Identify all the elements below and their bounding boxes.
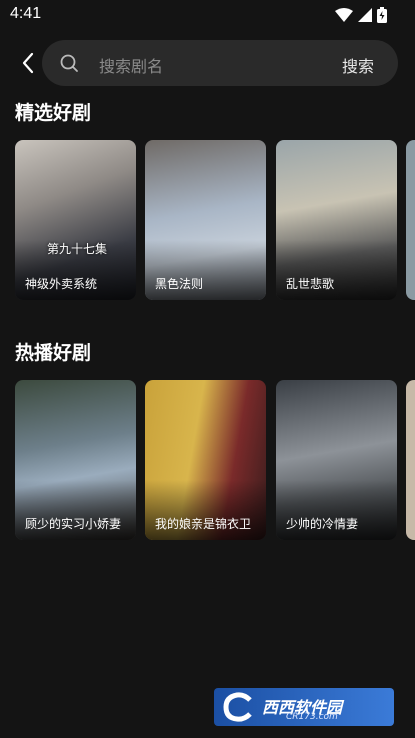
- status-icons: [335, 7, 387, 23]
- back-arrow-icon[interactable]: [18, 50, 40, 76]
- drama-card-peek[interactable]: [406, 140, 415, 300]
- section-title-hot: 热播好剧: [15, 342, 92, 364]
- card-title: 少帅的冷情妻: [286, 517, 359, 531]
- drama-card[interactable]: 乱世悲歌: [276, 140, 397, 300]
- section-title-featured: 精选好剧: [15, 102, 92, 124]
- battery-icon: [377, 7, 387, 23]
- hot-cards-row: 顾少的实习小娇妻 我的娘亲是锦衣卫 少帅的冷情妻: [15, 380, 415, 540]
- card-title: 黑色法则: [155, 277, 204, 291]
- watermark-logo: 西西软件园 CR173.com: [214, 688, 394, 726]
- search-button[interactable]: 搜索: [342, 53, 374, 77]
- status-time: 4:41: [10, 5, 42, 22]
- drama-card[interactable]: 第九十七集 神级外卖系统: [15, 140, 136, 300]
- search-row: 搜索剧名 搜索: [0, 40, 415, 86]
- watermark-sub: CR173.com: [286, 712, 338, 722]
- drama-card[interactable]: 黑色法则: [145, 140, 266, 300]
- wifi-icon: [335, 8, 353, 22]
- card-title: 神级外卖系统: [25, 277, 98, 291]
- card-title: 顾少的实习小娇妻: [25, 517, 122, 531]
- status-bar: 4:41: [0, 0, 415, 30]
- drama-card-peek[interactable]: [406, 380, 415, 540]
- episode-overlay: 第九十七集: [47, 242, 108, 256]
- card-title: 我的娘亲是锦衣卫: [155, 517, 252, 531]
- card-title: 乱世悲歌: [286, 277, 335, 291]
- search-icon: [60, 54, 78, 72]
- drama-card[interactable]: 顾少的实习小娇妻: [15, 380, 136, 540]
- watermark-c-icon: [223, 692, 252, 722]
- drama-card[interactable]: 少帅的冷情妻: [276, 380, 397, 540]
- signal-icon: [358, 8, 372, 22]
- featured-cards-row: 第九十七集 神级外卖系统 黑色法则 乱世悲歌: [15, 140, 415, 300]
- search-input[interactable]: 搜索剧名 搜索: [42, 40, 398, 86]
- search-placeholder: 搜索剧名: [99, 57, 164, 76]
- drama-card[interactable]: 我的娘亲是锦衣卫: [145, 380, 266, 540]
